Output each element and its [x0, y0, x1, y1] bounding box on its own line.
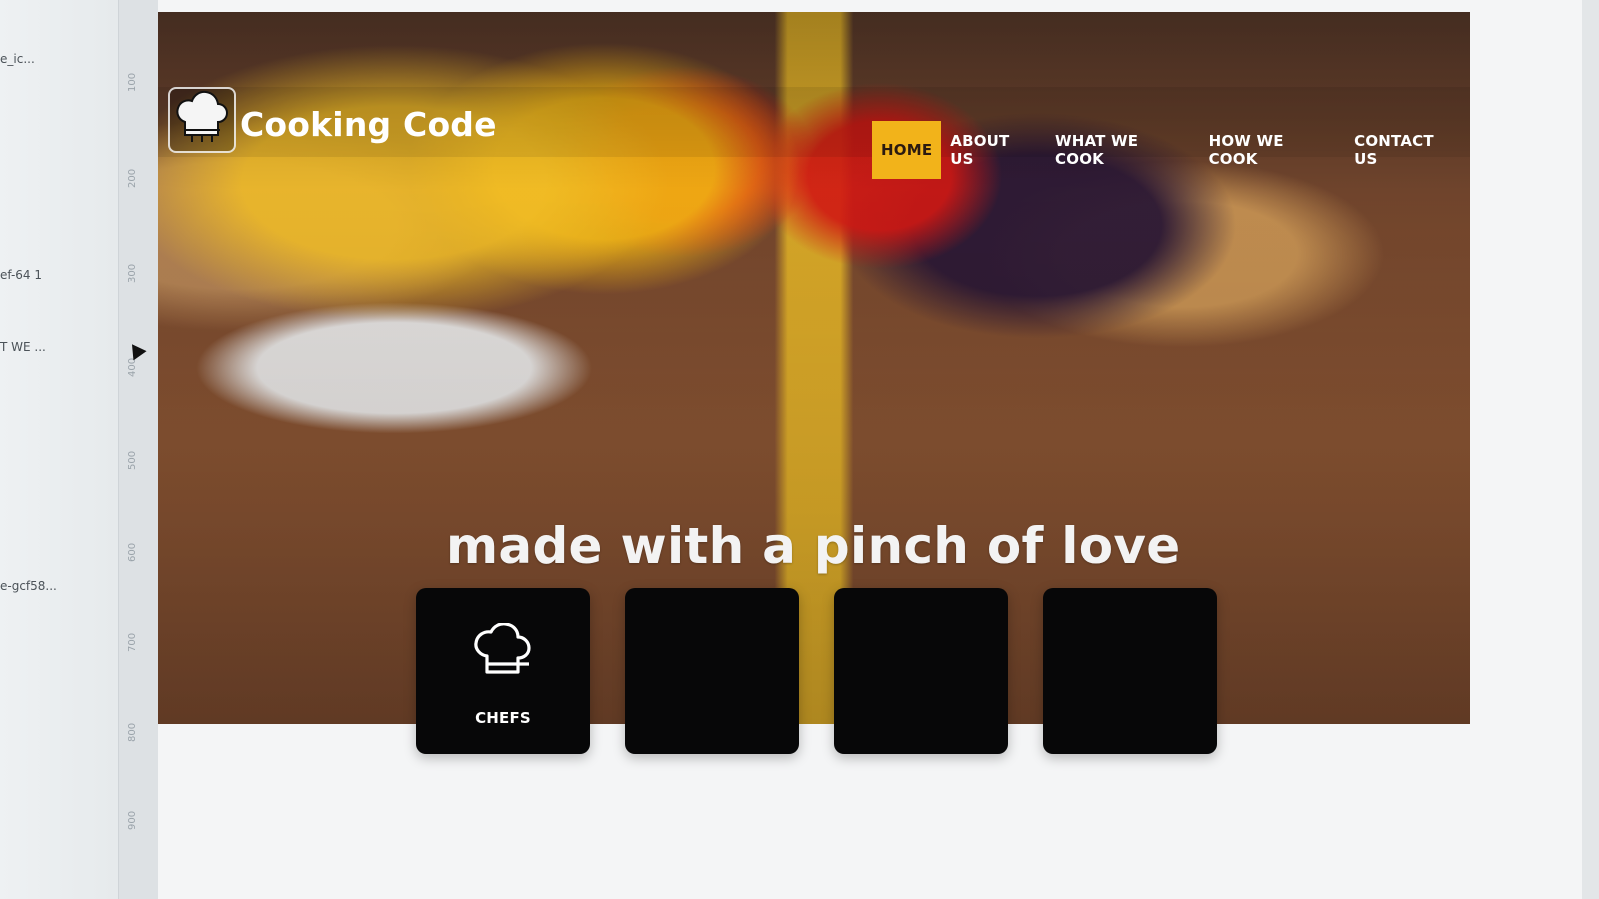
chef-hat-icon[interactable] — [168, 87, 236, 153]
site-navbar: Cooking Code HOME ABOUT US WHAT WE COOK … — [158, 87, 1470, 179]
editor-layers-panel: e_ic... ef-64 1 T WE ... e-gcf58... — [0, 0, 118, 899]
vertical-ruler: 100 200 300 400 500 600 700 800 900 — [118, 0, 159, 899]
main-navigation: HOME ABOUT US WHAT WE COOK HOW WE COOK C… — [872, 112, 1470, 188]
nav-home[interactable]: HOME — [872, 121, 942, 179]
ruler-tick-label: 700 — [127, 632, 138, 652]
ruler-tick-label: 100 — [127, 72, 138, 92]
ruler-tick-label: 800 — [127, 722, 138, 742]
nav-contact-us[interactable]: CONTACT US — [1345, 112, 1470, 188]
feature-cards: CHEFS — [416, 588, 1217, 754]
nav-how-we-cook[interactable]: HOW WE COOK — [1200, 112, 1346, 188]
feature-card[interactable] — [834, 588, 1008, 754]
feature-card[interactable] — [625, 588, 799, 754]
brand-name[interactable]: Cooking Code — [240, 105, 497, 144]
nav-about-us[interactable]: ABOUT US — [941, 112, 1046, 188]
ruler-tick-label: 300 — [127, 263, 138, 283]
feature-card[interactable] — [1043, 588, 1217, 754]
ruler-tick-label: 500 — [127, 450, 138, 470]
nav-what-we-cook[interactable]: WHAT WE COOK — [1046, 112, 1200, 188]
layer-label[interactable]: T WE ... — [0, 340, 46, 354]
hero-tagline: made with a pinch of love — [446, 517, 1181, 575]
chefs-card[interactable]: CHEFS — [416, 588, 590, 754]
chef-hat-icon — [469, 622, 537, 685]
ruler-tick-label: 400 — [127, 357, 138, 377]
ruler-tick-label: 600 — [127, 542, 138, 562]
layer-label[interactable]: ef-64 1 — [0, 268, 42, 282]
card-label: CHEFS — [475, 709, 531, 727]
ruler-tick-label: 900 — [127, 810, 138, 830]
layer-label[interactable]: e_ic... — [0, 52, 35, 66]
website-canvas: Cooking Code HOME ABOUT US WHAT WE COOK … — [158, 0, 1582, 899]
ruler-tick-label: 200 — [127, 168, 138, 188]
layer-label[interactable]: e-gcf58... — [0, 579, 57, 593]
